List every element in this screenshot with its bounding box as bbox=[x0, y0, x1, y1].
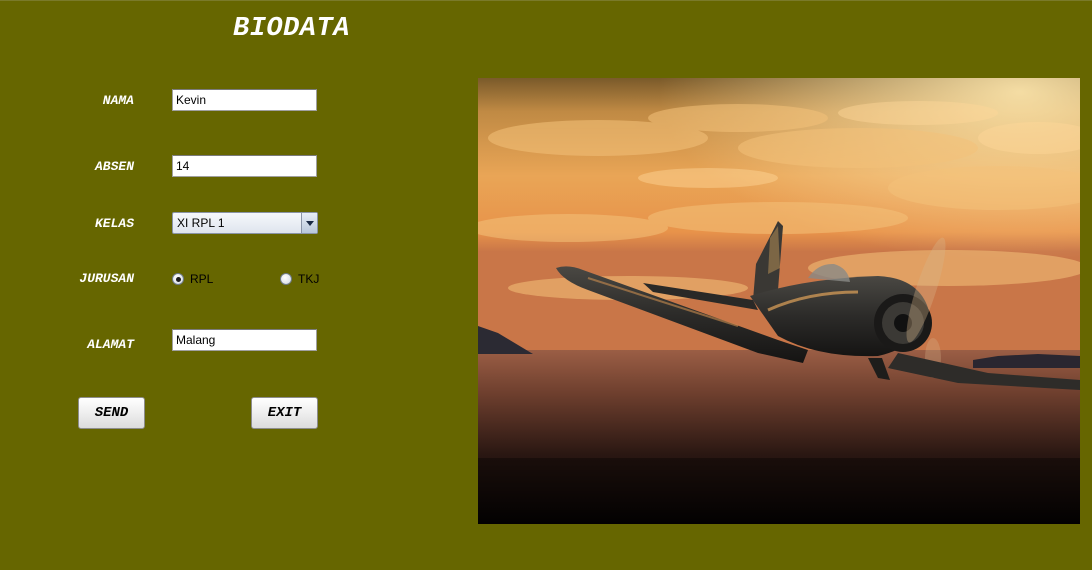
airplane-photo bbox=[478, 78, 1080, 524]
alamat-field[interactable] bbox=[172, 329, 317, 351]
window-top-border bbox=[0, 0, 1092, 1]
chevron-down-icon[interactable] bbox=[301, 213, 317, 233]
radio-rpl[interactable]: RPL bbox=[172, 271, 213, 287]
radio-unchecked-icon[interactable] bbox=[280, 273, 292, 285]
radio-tkj[interactable]: TKJ bbox=[280, 271, 319, 287]
send-button[interactable]: SEND bbox=[78, 397, 145, 429]
nama-field[interactable] bbox=[172, 89, 317, 111]
form-title: BIODATA bbox=[233, 14, 350, 44]
nama-label: NAMA bbox=[102, 93, 134, 108]
kelas-selected-value: XI RPL 1 bbox=[177, 216, 225, 230]
exit-button[interactable]: EXIT bbox=[251, 397, 318, 429]
jurusan-label: JURUSAN bbox=[79, 271, 134, 286]
radio-rpl-label: RPL bbox=[190, 272, 214, 286]
radio-tkj-label: TKJ bbox=[298, 272, 320, 286]
kelas-label: KELAS bbox=[94, 216, 134, 231]
alamat-label: ALAMAT bbox=[87, 337, 134, 352]
absen-label: ABSEN bbox=[94, 159, 134, 174]
absen-field[interactable] bbox=[172, 155, 317, 177]
kelas-dropdown[interactable]: XI RPL 1 bbox=[172, 212, 318, 234]
radio-checked-icon[interactable] bbox=[172, 273, 184, 285]
